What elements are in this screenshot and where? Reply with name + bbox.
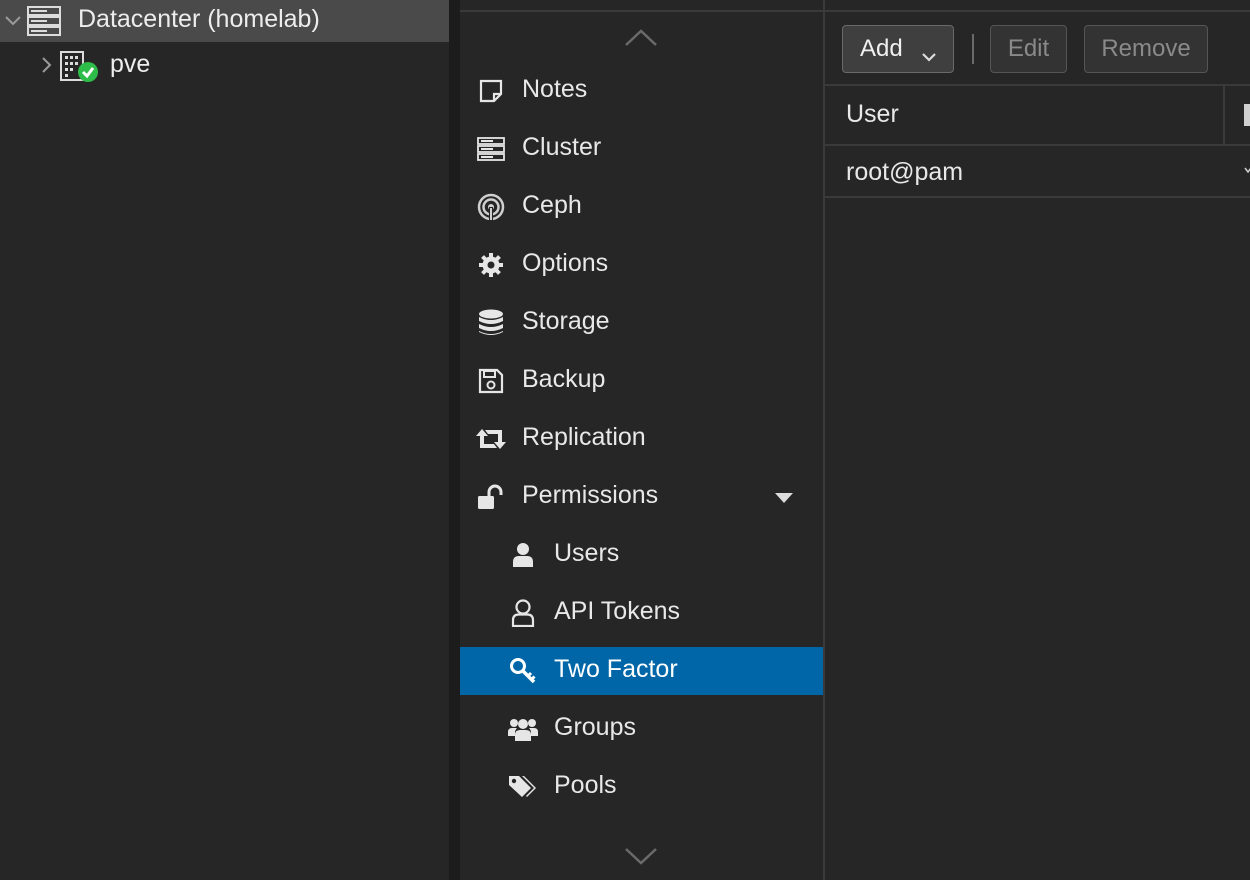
nav-item-label: Cluster [522,133,602,161]
tree-item-datacenter[interactable]: Datacenter (homelab) [0,0,449,42]
nav-item-cluster[interactable]: Cluster [460,125,823,173]
nav-item-ceph[interactable]: Ceph [460,183,823,231]
remove-button-label: Remove [1101,35,1191,62]
remove-button[interactable]: Remove [1084,25,1208,73]
scroll-up-icon[interactable] [624,28,658,48]
toolbar: Add Edit Remove [825,10,1250,86]
nav-item-notes[interactable]: Notes [460,67,823,115]
panel-splitter[interactable] [449,0,460,880]
gear-icon [476,250,506,280]
add-button-label: Add [860,35,903,62]
edit-button-label: Edit [1007,35,1050,62]
tags-icon [508,772,538,802]
divider [460,10,825,12]
nav-item-label: Replication [522,423,646,451]
nav-item-pools[interactable]: Pools [460,763,823,811]
notes-icon [476,76,506,106]
cell-next-truncated [1244,160,1250,181]
nav-item-two-factor[interactable]: Two Factor [460,647,823,695]
toolbar-separator [972,34,974,64]
tree-item-label: Datacenter (homelab) [78,5,320,33]
nav-item-storage[interactable]: Storage [460,299,823,347]
nav-item-label: Two Factor [554,655,678,683]
nav-item-label: Options [522,249,609,277]
nav-item-options[interactable]: Options [460,241,823,289]
nav-item-label: Permissions [522,481,659,509]
floppy-disk-icon [476,366,506,396]
user-outline-icon [508,598,538,628]
nav-item-label: Backup [522,365,606,393]
chevron-down-icon [921,42,937,70]
caret-down-icon[interactable] [774,491,794,503]
users-icon [508,714,538,744]
nav-item-label: Storage [522,307,610,335]
nav-item-backup[interactable]: Backup [460,357,823,405]
grid-header: User [825,86,1250,146]
retweet-icon [476,424,506,454]
datacenter-menu: Notes Cluster Ceph Options Storage Backu… [460,0,825,880]
nav-item-label: API Tokens [554,597,681,625]
column-header-next[interactable] [1244,104,1250,126]
nav-item-label: Ceph [522,191,582,219]
nav-item-label: Groups [554,713,636,741]
nav-item-users[interactable]: Users [460,531,823,579]
nav-item-replication[interactable]: Replication [460,415,823,463]
cell-user: root@pam [846,158,964,186]
scroll-down-icon[interactable] [624,846,658,866]
ceph-icon [476,192,506,222]
chevron-down-icon[interactable] [4,12,22,30]
database-icon [476,308,506,338]
nav-item-groups[interactable]: Groups [460,705,823,753]
user-icon [508,540,538,570]
column-divider[interactable] [1223,86,1225,144]
chevron-right-icon[interactable] [38,56,56,74]
two-factor-panel: Add Edit Remove User root@pam [825,0,1250,880]
tree-item-pve[interactable]: pve [0,44,449,86]
nav-item-label: Pools [554,771,617,799]
nav-item-api-tokens[interactable]: API Tokens [460,589,823,637]
unlock-icon [476,482,506,512]
cluster-icon [476,134,506,164]
server-online-icon [60,50,100,84]
resource-tree: Datacenter (homelab) pve [0,0,449,880]
table-row[interactable]: root@pam [825,148,1250,198]
nav-item-label: Users [554,539,620,567]
nav-item-permissions[interactable]: Permissions [460,473,823,521]
nav-item-label: Notes [522,75,588,103]
datacenter-icon [26,6,62,36]
tree-item-label: pve [110,50,151,78]
key-icon [508,656,538,686]
add-button[interactable]: Add [842,25,954,73]
column-header-user[interactable]: User [846,100,899,129]
edit-button[interactable]: Edit [990,25,1067,73]
